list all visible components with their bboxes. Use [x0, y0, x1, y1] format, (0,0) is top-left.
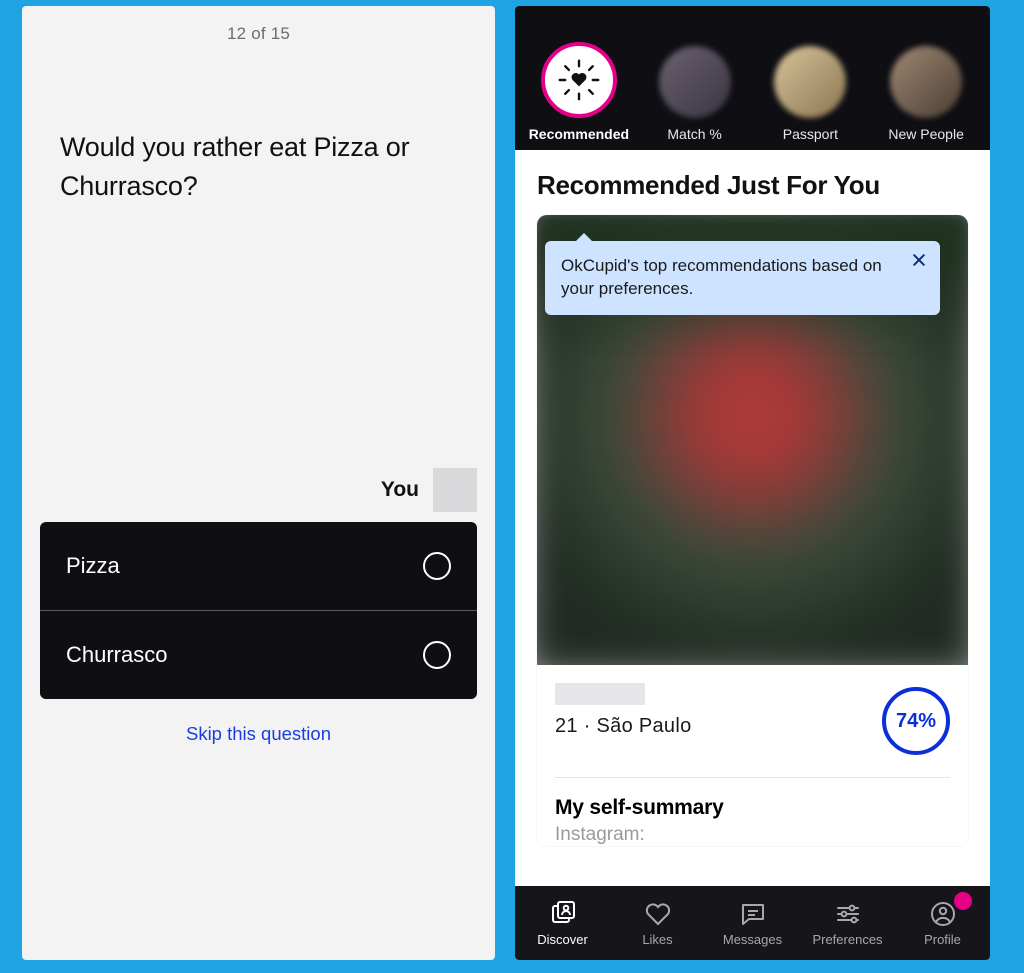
match-percentage-value: 74%	[896, 710, 936, 733]
profile-name-redacted	[555, 683, 645, 705]
discover-screen: Recommended Match % Passport New People …	[515, 6, 990, 960]
nav-label: Preferences	[812, 932, 882, 947]
nav-discover[interactable]: Discover	[515, 886, 610, 960]
profile-meta: 21 · São Paulo 74%	[537, 665, 968, 771]
tooltip-text: OkCupid's top recommendations based on y…	[561, 256, 882, 298]
tab-thumbnail	[890, 46, 962, 118]
nav-label: Profile	[924, 932, 961, 947]
tab-recommended[interactable]: Recommended	[523, 42, 635, 142]
answer-options: Pizza Churrasco	[40, 522, 477, 699]
question-counter: 12 of 15	[22, 6, 495, 44]
notification-badge-icon	[954, 892, 972, 910]
tab-thumbnail	[774, 46, 846, 118]
avatar	[433, 468, 477, 512]
question-screen: 12 of 15 Would you rather eat Pizza or C…	[22, 6, 495, 960]
close-icon[interactable]	[908, 249, 930, 271]
you-label: You	[381, 478, 419, 502]
tab-passport[interactable]: Passport	[755, 46, 867, 142]
answer-option-pizza[interactable]: Pizza	[40, 522, 477, 610]
nav-label: Messages	[723, 932, 782, 947]
top-filter-bar: Recommended Match % Passport New People	[515, 6, 990, 150]
tab-label: Recommended	[529, 126, 629, 142]
self-summary-heading: My self-summary	[537, 778, 968, 824]
tab-label: Passport	[783, 126, 838, 142]
tab-label: New People	[888, 126, 964, 142]
nav-label: Likes	[642, 932, 672, 947]
heart-spark-icon	[557, 58, 601, 102]
answer-option-label: Pizza	[66, 553, 120, 579]
nav-profile[interactable]: Profile	[895, 886, 990, 960]
skip-question-link[interactable]: Skip this question	[22, 723, 495, 745]
discover-icon	[549, 900, 577, 928]
nav-preferences[interactable]: Preferences	[800, 886, 895, 960]
nav-likes[interactable]: Likes	[610, 886, 705, 960]
radio-icon	[423, 552, 451, 580]
bottom-nav: Discover Likes Messages	[515, 886, 990, 960]
radio-icon	[423, 641, 451, 669]
profile-age-location: 21 · São Paulo	[555, 715, 692, 738]
nav-messages[interactable]: Messages	[705, 886, 800, 960]
chat-icon	[739, 900, 767, 928]
recommendation-tooltip: OkCupid's top recommendations based on y…	[545, 241, 940, 315]
instagram-label: Instagram:	[537, 824, 968, 846]
answerer-row: You	[22, 468, 495, 522]
tab-match-percent[interactable]: Match %	[639, 46, 751, 142]
profile-icon	[929, 900, 957, 928]
question-text: Would you rather eat Pizza or Churrasco?	[22, 44, 495, 206]
heart-icon	[644, 900, 672, 928]
sliders-icon	[834, 900, 862, 928]
answer-option-label: Churrasco	[66, 642, 167, 668]
nav-label: Discover	[537, 932, 588, 947]
tab-thumbnail	[659, 46, 731, 118]
section-title: Recommended Just For You	[515, 150, 990, 215]
profile-card[interactable]: OkCupid's top recommendations based on y…	[537, 215, 968, 846]
match-percentage-ring: 74%	[882, 687, 950, 755]
answer-option-churrasco[interactable]: Churrasco	[40, 610, 477, 699]
tab-label: Match %	[667, 126, 721, 142]
profile-photo: OkCupid's top recommendations based on y…	[537, 215, 968, 665]
tab-new-people[interactable]: New People	[870, 46, 982, 142]
